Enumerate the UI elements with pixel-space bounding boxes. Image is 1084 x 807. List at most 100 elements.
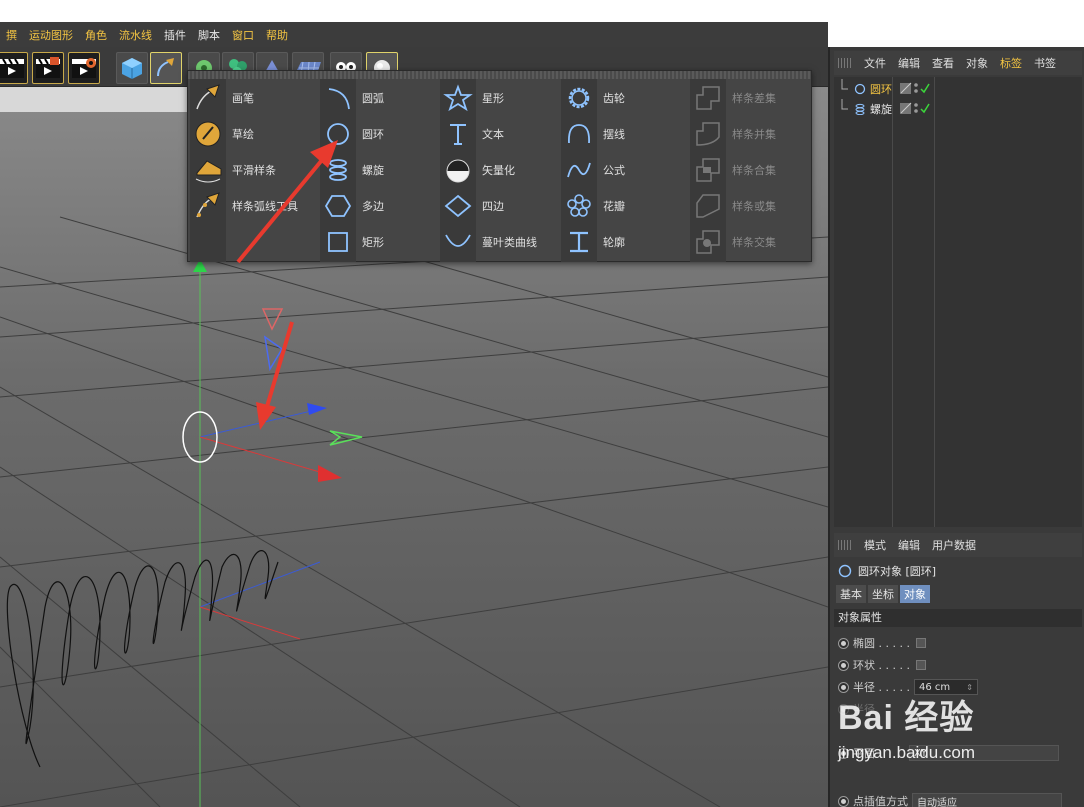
grip-icon[interactable] [838,58,852,68]
pen-tool-item[interactable]: 画笔 [190,80,254,116]
om-menu-objects[interactable]: 对象 [960,55,994,71]
interpolation-select[interactable]: 自动适应 [912,793,1062,807]
circle-icon [854,83,866,95]
x-axis-handle[interactable] [318,465,342,482]
circle-item[interactable]: 圆环 [320,116,384,152]
arc-item[interactable]: 圆弧 [320,80,384,116]
menu-item-partial[interactable]: 撰 [0,27,23,43]
smooth-spline-item[interactable]: 平滑样条 [190,152,276,188]
cube-button[interactable] [116,52,148,84]
cycloid-item[interactable]: 摆线 [561,116,625,152]
star-label: 星形 [482,92,504,105]
arc-label: 圆弧 [362,92,384,105]
menu-item-plugins[interactable]: 插件 [158,27,192,43]
ellipse-row: 椭圆 . . . . . [838,633,926,653]
helix-icon [329,159,347,181]
menu-item-script[interactable]: 脚本 [192,27,226,43]
om-menu-tags[interactable]: 标签 [994,55,1028,71]
spline-subtract-label: 样条差集 [732,92,776,105]
ellipse-checkbox[interactable] [915,638,926,648]
profile-item[interactable]: 轮廓 [561,224,625,260]
animate-radio[interactable] [838,637,849,649]
object-name[interactable]: 螺旋 [870,101,892,117]
menu-item-window[interactable]: 窗口 [226,27,260,43]
render-view-button[interactable] [0,52,28,84]
pen-tool-label: 画笔 [232,92,254,105]
cissoid-label: 蔓叶类曲线 [482,236,537,249]
four-side-item[interactable]: 四边 [440,188,504,224]
smooth-spline-label: 平滑样条 [232,164,276,177]
sketch-tool-item[interactable]: 草绘 [190,116,254,152]
menu-item-pipeline[interactable]: 流水线 [113,27,158,43]
subtab-basic[interactable]: 基本 [836,585,866,603]
x-axis-line [199,436,331,476]
menu-item-character[interactable]: 角色 [79,27,113,43]
am-menu-edit[interactable]: 编辑 [892,537,926,553]
attribute-title: 圆环对象 [圆环] [838,563,936,579]
menu-item-help[interactable]: 帮助 [260,27,294,43]
helix-spline-object[interactable] [6,550,279,768]
spline-intersect-label: 样条交集 [732,236,776,249]
render-settings-button[interactable] [68,52,100,84]
text-label: 文本 [482,128,504,141]
diamond-icon [444,194,472,218]
column-divider[interactable] [892,77,893,527]
text-item[interactable]: 文本 [440,116,504,152]
vectorizer-item[interactable]: 矢量化 [440,152,515,188]
object-row-circle[interactable]: 圆环 [834,79,1082,99]
om-menu-edit[interactable]: 编辑 [892,55,926,71]
attribute-subtabs: 基本 坐标 对象 [836,585,932,603]
column-divider[interactable] [934,77,935,527]
subtab-object[interactable]: 对象 [900,585,930,603]
cogwheel-label: 齿轮 [603,92,625,105]
cube-icon [122,58,142,79]
flower-label: 花瓣 [603,200,625,213]
spline-pen-button[interactable] [150,52,182,84]
object-row-helix[interactable]: 螺旋 [834,99,1082,119]
scale-handle-z[interactable] [263,335,284,372]
object-name[interactable]: 圆环 [870,81,892,97]
om-menu-file[interactable]: 文件 [858,55,892,71]
helix-x-axis [199,606,301,640]
formula-label: 公式 [603,164,625,177]
grip-icon[interactable] [838,540,852,550]
formula-item[interactable]: 公式 [561,152,625,188]
flower-item[interactable]: 花瓣 [561,188,625,224]
menu-bar: 撰 运动图形 角色 流水线 插件 脚本 窗口 帮助 [0,22,828,47]
subtab-coord[interactable]: 坐标 [868,585,898,603]
z-axis-handle[interactable] [307,403,327,415]
animate-radio[interactable] [838,659,849,671]
cissoid-icon [445,234,471,247]
polygon-item[interactable]: 多边 [320,188,384,224]
spline-union-label: 样条并集 [732,128,776,141]
clapboard-icon [36,57,60,78]
cissoid-item[interactable]: 蔓叶类曲线 [440,224,537,260]
cogwheel-item[interactable]: 齿轮 [561,80,625,116]
ring-checkbox[interactable] [915,660,926,670]
helix-label: 螺旋 [362,164,384,177]
scale-handle-x[interactable] [261,308,284,331]
cycloid-icon [568,124,590,144]
animate-radio[interactable] [838,795,849,807]
helix-item[interactable]: 螺旋 [320,152,384,188]
tree-line-icon [841,99,848,110]
rectangle-item[interactable]: 矩形 [320,224,384,260]
watermark-url: jingyan.baidu.com [838,743,976,762]
interpolation-value: 自动适应 [917,797,957,807]
spline-arc-tool-item[interactable]: 样条弧线工具 [190,188,298,224]
top-margin [0,0,1084,22]
om-menu-view[interactable]: 查看 [926,55,960,71]
am-menu-userdata[interactable]: 用户数据 [926,537,982,553]
am-menu-mode[interactable]: 模式 [858,537,892,553]
pen-icon [157,58,174,77]
star-item[interactable]: 星形 [440,80,504,116]
spline-subtract-item: 样条差集 [690,80,776,116]
menu-item-mograph[interactable]: 运动图形 [23,27,79,43]
pen-icon [196,84,220,110]
render-picture-viewer-button[interactable] [32,52,64,84]
spline-or-item: 样条或集 [690,188,776,224]
om-menu-bookmarks[interactable]: 书签 [1028,55,1062,71]
attribute-title-text: 圆环对象 [圆环] [858,565,937,578]
popup-drag-strip[interactable] [188,71,811,79]
tree-line-icon [841,79,848,90]
